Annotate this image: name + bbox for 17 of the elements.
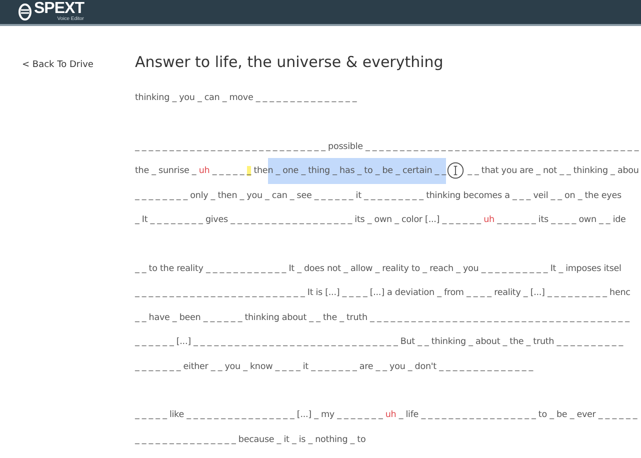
transcript-line[interactable]: _ _ _ _ _ _ _ either _ _ you _ know _ _ _ _ it _ _ _ _ _ _ _ are _ _ you _ don't _ _ _ _ _ _ _ _ _ _ _ _ _ _ bbox=[135, 354, 639, 379]
transcript-line[interactable]: _ _ _ _ _ _ [...] _ _ _ _ _ _ _ _ _ _ _ _ _ _ _ _ _ _ _ _ _ _ _ _ _ _ _ _ _ _ But _ _ thinking _ about _ the _ truth _ _ _ _ _ _ _ _ _ _ bbox=[135, 330, 639, 354]
transcript-line[interactable]: _ _ have _ been _ _ _ _ _ _ thinking about _ _ the _ truth _ _ _ _ _ _ _ _ _ _ _ _ _ _ _ _ _ _ _ _ _ _ _ _ _ _ _ _ _ _ _ _ _ _ _ _ _ _ bbox=[135, 306, 639, 330]
transcript-line[interactable]: _ _ to the reality _ _ _ _ _ _ _ _ _ _ _ _ It _ does not _ allow _ reality to _ reach _ you _ _ _ _ _ _ _ _ _ _ It _ imposes itsel bbox=[135, 256, 639, 281]
transcript-line[interactable]: thinking _ you _ can _ move _ _ _ _ _ _ _ _ _ _ _ _ _ _ _ bbox=[135, 86, 639, 110]
transcript-line[interactable]: _ _ _ _ _ _ _ _ _ _ _ _ _ _ _ _ _ _ _ _ _ _ _ _ _ It is [...] _ _ _ _ [...] a deviation _ from _ _ _ _ reality _ [...] _ _ _ _ _ _ _ _ _ henc bbox=[135, 281, 639, 306]
transcript-line[interactable]: _ _ _ _ _ _ _ _ only _ then _ you _ can _ see _ _ _ _ _ _ it _ _ _ _ _ _ _ _ _ thinking becomes a _ _ _ veil _ _ on _ the eyes bbox=[135, 184, 639, 208]
text-cursor-icon bbox=[446, 162, 464, 180]
back-link[interactable]: < Back To Drive bbox=[22, 60, 94, 70]
transcript-line[interactable]: _ It _ _ _ _ _ _ _ _ gives _ _ _ _ _ _ _ _ _ _ _ _ _ _ _ _ _ _ its _ own _ color [...] _ _ _ _ _ _ uh _ _ _ _ _ _ its _ _ _ _ own _ _ ide bbox=[135, 208, 639, 232]
transcript-line[interactable]: _ _ _ _ _ like _ _ _ _ _ _ _ _ _ _ _ _ _ _ _ _ [...] _ my _ _ _ _ _ _ _ uh _ life _ _ _ _ _ _ _ _ _ _ _ _ _ _ _ _ _ to _ be _ ever _ _ _ _ _ _ bbox=[135, 403, 639, 428]
transcript-line[interactable]: _ _ _ _ _ _ _ _ _ _ _ _ _ _ _ because _ it _ is _ nothing _ to bbox=[135, 428, 639, 452]
transcript-line[interactable]: _ _ _ _ _ _ _ _ _ _ _ _ _ _ _ _ _ _ _ _ _ _ _ _ _ _ _ _ possible _ _ _ _ _ _ _ _ _ _ _ _ _ _ _ _ _ _ _ _ _ _ _ _ _ _ _ _ _ _ _ _ _ _ _ _ _ _ _ _ bbox=[135, 134, 639, 159]
logo-icon bbox=[18, 3, 32, 21]
document-title: Answer to life, the universe & everything bbox=[135, 52, 444, 72]
logo: SPEXT bbox=[34, 2, 84, 16]
transcript-line[interactable]: the _ sunrise _ uh _ _ _ _ _ _ then _ one _ thing _ has _ to _ be _ certain _ _ _ _ that you are _ not _ _ thinking _ abou bbox=[135, 159, 639, 184]
